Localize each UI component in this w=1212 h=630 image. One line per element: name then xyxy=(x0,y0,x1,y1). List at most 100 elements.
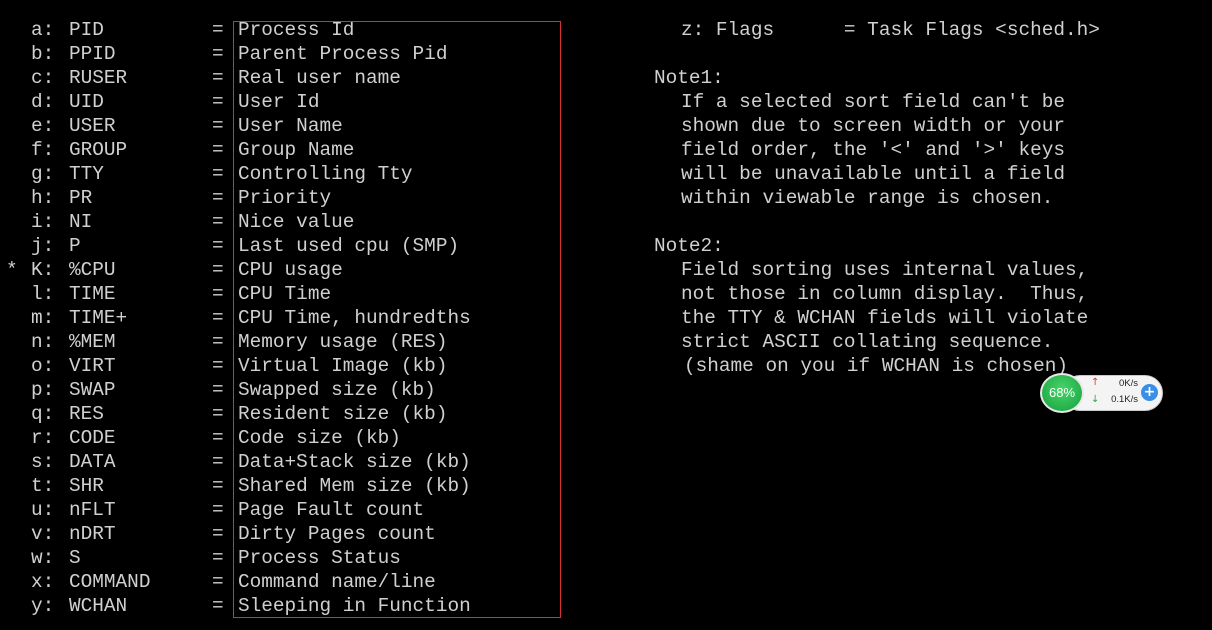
field-name: %CPU xyxy=(69,259,116,281)
field-row: d: UID = User Id xyxy=(0,90,640,114)
terminal-screen: a: PID = Process Id b: PPID = Parent Process Pi… xyxy=(0,0,1212,630)
field-name: TIME xyxy=(69,283,116,305)
field-name: TTY xyxy=(69,163,104,185)
field-row: g: TTY = Controlling Tty xyxy=(0,162,640,186)
field-description: User Id xyxy=(238,91,320,113)
field-name: PPID xyxy=(69,43,116,65)
field-description: User Name xyxy=(238,115,343,137)
field-key: r: xyxy=(31,427,55,449)
field-description: Process Status xyxy=(238,547,401,569)
field-name: UID xyxy=(69,91,104,113)
field-key: c: xyxy=(31,67,55,89)
field-name: S xyxy=(69,547,81,569)
field-name: CODE xyxy=(69,427,116,449)
field-name: DATA xyxy=(69,451,116,473)
equals-sign: = xyxy=(212,595,224,617)
field-key: s: xyxy=(31,451,55,473)
field-description: Parent Process Pid xyxy=(238,43,448,65)
field-name: nFLT xyxy=(69,499,116,521)
plus-icon[interactable]: + xyxy=(1141,384,1158,401)
field-row: x: COMMAND = Command name/line xyxy=(0,570,640,594)
equals-sign: = xyxy=(212,523,224,545)
equals-sign: = xyxy=(212,235,224,257)
field-description: Priority xyxy=(238,187,332,209)
field-row: n: %MEM = Memory usage (RES) xyxy=(0,330,640,354)
field-description: Data+Stack size (kb) xyxy=(238,451,471,473)
field-row: h: PR = Priority xyxy=(0,186,640,210)
note2-line: Field sorting uses internal values, xyxy=(681,259,1089,281)
field-key: b: xyxy=(31,43,55,65)
equals-sign: = xyxy=(212,403,224,425)
field-row: q: RES = Resident size (kb) xyxy=(0,402,640,426)
note2-line: (shame on you if WCHAN is chosen) xyxy=(684,355,1068,377)
field-description: Real user name xyxy=(238,67,401,89)
equals-sign: = xyxy=(212,115,224,137)
field-description: Process Id xyxy=(238,19,355,41)
field-description: Sleeping in Function xyxy=(238,595,471,617)
field-row: p: SWAP = Swapped size (kb) xyxy=(0,378,640,402)
field-description: Memory usage (RES) xyxy=(238,331,448,353)
equals-sign: = xyxy=(212,571,224,593)
note2-title: Note2: xyxy=(654,235,724,257)
field-key: o: xyxy=(31,355,55,377)
note1-line: field order, the '<' and '>' keys xyxy=(681,139,1065,161)
equals-sign: = xyxy=(212,547,224,569)
field-key: i: xyxy=(31,211,55,233)
field-key: h: xyxy=(31,187,55,209)
note1-line: shown due to screen width or your xyxy=(681,115,1065,137)
equals-sign: = xyxy=(212,187,224,209)
equals-sign: = xyxy=(212,379,224,401)
field-row: c: RUSER = Real user name xyxy=(0,66,640,90)
field-description: Group Name xyxy=(238,139,355,161)
field-name: RUSER xyxy=(69,67,128,89)
field-description: Controlling Tty xyxy=(238,163,413,185)
field-key: j: xyxy=(31,235,55,257)
field-row: y: WCHAN = Sleeping in Function xyxy=(0,594,640,618)
field-key: a: xyxy=(31,19,55,41)
field-description: Command name/line xyxy=(238,571,436,593)
field-name: PR xyxy=(69,187,93,209)
equals-sign: = xyxy=(212,427,224,449)
field-key: x: xyxy=(31,571,55,593)
note2-line: not those in column display. Thus, xyxy=(681,283,1089,305)
field-description: Last used cpu (SMP) xyxy=(238,235,460,257)
field-description: Resident size (kb) xyxy=(238,403,448,425)
equals-sign: = xyxy=(212,499,224,521)
field-row: w: S = Process Status xyxy=(0,546,640,570)
usage-percent-badge[interactable]: 68% xyxy=(1040,373,1084,413)
equals-sign: = xyxy=(212,331,224,353)
field-key: e: xyxy=(31,115,55,137)
field-key: v: xyxy=(31,523,55,545)
equals-sign: = xyxy=(212,307,224,329)
equals-sign: = xyxy=(212,163,224,185)
flags-field-line: z: Flags = Task Flags <sched.h> xyxy=(681,19,1100,41)
field-description: Page Fault count xyxy=(238,499,425,521)
field-key: n: xyxy=(31,331,55,353)
equals-sign: = xyxy=(212,67,224,89)
field-row: * K: %CPU = CPU usage xyxy=(0,258,640,282)
field-name: NI xyxy=(69,211,93,233)
field-key: p: xyxy=(31,379,55,401)
field-key: g: xyxy=(31,163,55,185)
equals-sign: = xyxy=(212,43,224,65)
field-key: y: xyxy=(31,595,55,617)
field-name: %MEM xyxy=(69,331,116,353)
field-row: v: nDRT = Dirty Pages count xyxy=(0,522,640,546)
sort-marker: * xyxy=(6,259,18,281)
equals-sign: = xyxy=(212,259,224,281)
field-row: f: GROUP = Group Name xyxy=(0,138,640,162)
note2-line: strict ASCII collating sequence. xyxy=(681,331,1054,353)
field-name: COMMAND xyxy=(69,571,151,593)
field-name: RES xyxy=(69,403,104,425)
equals-sign: = xyxy=(212,475,224,497)
equals-sign: = xyxy=(212,283,224,305)
field-row: u: nFLT = Page Fault count xyxy=(0,498,640,522)
field-row: a: PID = Process Id xyxy=(0,18,640,42)
field-description: Shared Mem size (kb) xyxy=(238,475,471,497)
network-speed-widget[interactable]: 68% ↑ 0K/s ↓ 0.1K/s + xyxy=(1040,373,1165,413)
field-row: b: PPID = Parent Process Pid xyxy=(0,42,640,66)
field-key: u: xyxy=(31,499,55,521)
equals-sign: = xyxy=(212,211,224,233)
field-row: i: NI = Nice value xyxy=(0,210,640,234)
field-row: e: USER = User Name xyxy=(0,114,640,138)
